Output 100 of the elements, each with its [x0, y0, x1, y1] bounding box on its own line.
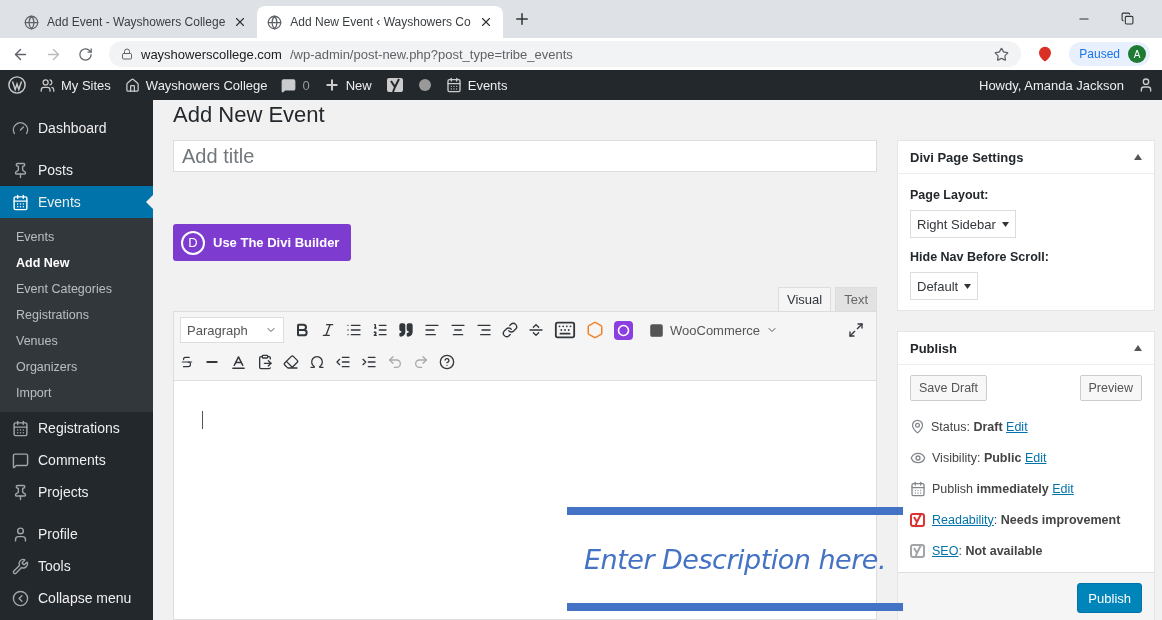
wrench-icon — [12, 557, 29, 575]
url-path: /wp-admin/post-new.php?post_type=tribe_events — [289, 46, 573, 62]
omega-icon[interactable] — [309, 354, 325, 370]
person-icon[interactable] — [1138, 77, 1154, 93]
title-field[interactable]: Add title — [173, 140, 877, 172]
panel-title: Publish — [910, 340, 957, 356]
edit-link[interactable]: Edit — [1024, 450, 1047, 465]
eraser-icon[interactable] — [283, 354, 299, 370]
restore-icon[interactable] — [1121, 12, 1134, 25]
submenu-item[interactable]: Organizers — [0, 354, 153, 380]
sidebar-item[interactable]: Comments — [0, 444, 153, 476]
caret-icon — [1001, 221, 1009, 227]
address-bar[interactable]: wayshowerscollege.com /wp-admin/post-new.php?post_type=tribe_events — [109, 41, 1022, 67]
sidebar-item[interactable]: Registrations — [0, 412, 153, 444]
status-text: Visibility: Public Edit — [932, 450, 1047, 465]
panel-title: Divi Page Settings — [910, 149, 1024, 165]
align-right-icon[interactable] — [476, 322, 492, 338]
status-link[interactable]: Readability — [932, 512, 994, 527]
sidebar-item[interactable]: Tools — [0, 550, 153, 582]
pin-icon — [12, 161, 29, 179]
yoast-icon[interactable] — [385, 77, 404, 93]
format-select[interactable]: Paragraph — [180, 317, 284, 343]
submenu-item[interactable]: Events — [0, 224, 153, 250]
wordpress-logo[interactable] — [8, 76, 26, 94]
star-icon[interactable] — [994, 46, 1010, 62]
profile-button[interactable]: Paused A — [1069, 42, 1150, 66]
submenu-item[interactable]: Venues — [0, 328, 153, 354]
my-sites-menu[interactable]: My Sites — [40, 77, 111, 93]
italic-icon[interactable] — [320, 322, 336, 338]
link-icon[interactable] — [502, 322, 518, 338]
sidebar-item[interactable]: Posts — [0, 154, 153, 186]
fullscreen-icon[interactable] — [848, 322, 864, 338]
woocommerce-menu[interactable]: WooCommerce — [643, 321, 785, 339]
publish-button[interactable]: Publish — [1077, 583, 1142, 613]
sidebar-item[interactable]: Projects — [0, 476, 153, 508]
calendar-icon — [12, 419, 29, 437]
pin-icon — [12, 483, 29, 501]
sidebar-item[interactable]: Dashboard — [0, 112, 153, 144]
avatar: A — [1128, 45, 1146, 63]
sidebar-item[interactable]: Events — [0, 186, 153, 218]
site-name-menu[interactable]: Wayshowers College — [124, 77, 268, 93]
edit-link[interactable]: Edit — [1006, 419, 1028, 434]
calendar-icon — [12, 193, 29, 211]
sidebar-item[interactable]: Profile — [0, 518, 153, 550]
align-left-icon[interactable] — [424, 322, 440, 338]
status-text: SEO: Not available — [932, 543, 1043, 558]
status-dot-icon[interactable] — [417, 78, 432, 92]
map-pin-icon[interactable] — [1037, 46, 1054, 62]
globe-icon — [24, 14, 39, 30]
keyboard-icon[interactable] — [554, 319, 576, 341]
events-menu[interactable]: Events — [445, 77, 508, 93]
sidebar-item[interactable]: Collapse menu — [0, 582, 153, 614]
outdent-icon[interactable] — [335, 354, 351, 370]
quote-icon[interactable] — [398, 322, 414, 338]
edit-link[interactable]: Edit — [1052, 481, 1074, 496]
submenu-item[interactable]: Registrations — [0, 302, 153, 328]
preview-button[interactable]: Preview — [1079, 375, 1142, 401]
gauge-icon — [12, 119, 29, 137]
help-icon[interactable] — [439, 354, 455, 370]
greeting-menu[interactable]: Howdy, Amanda Jackson — [979, 77, 1124, 93]
collapse-arrow-icon[interactable] — [1134, 345, 1142, 351]
strikethrough-icon[interactable] — [180, 355, 194, 369]
new-menu[interactable]: New — [323, 77, 372, 93]
pin-icon — [910, 419, 925, 434]
browser-tab[interactable]: Add New Event ‹ Wayshowers Co — [257, 6, 503, 38]
indent-icon[interactable] — [361, 354, 377, 370]
save-draft-button[interactable]: Save Draft — [910, 375, 988, 401]
dropdown[interactable]: Right Sidebar — [910, 210, 1016, 238]
bullet-list-icon[interactable] — [346, 322, 362, 338]
calendar-icon — [445, 77, 462, 93]
annotation-text: Enter Description here. — [584, 543, 886, 575]
editor-tab[interactable]: Visual — [777, 287, 832, 311]
field-label: Hide Nav Before Scroll: — [910, 250, 1050, 264]
divi-builder-button[interactable]: D Use The Divi Builder — [173, 224, 352, 261]
calendar-icon — [910, 480, 926, 497]
dropdown[interactable]: Default — [910, 272, 979, 300]
bold-icon[interactable] — [294, 322, 310, 338]
lock-icon — [121, 48, 133, 60]
plus-icon — [323, 77, 340, 93]
person-icon — [12, 525, 29, 543]
home-icon — [124, 77, 140, 93]
url-domain: wayshowerscollege.com — [141, 46, 282, 62]
comments-menu[interactable]: 0 — [281, 77, 310, 93]
submenu-item[interactable]: Import — [0, 380, 153, 406]
editor-tab[interactable]: Text — [835, 287, 877, 311]
text-color-icon[interactable] — [230, 353, 247, 371]
numbered-list-icon[interactable] — [372, 322, 388, 338]
status-text: Status: Draft Edit — [931, 419, 1028, 434]
paste-icon[interactable] — [257, 354, 273, 370]
collapse-arrow-icon[interactable] — [1134, 154, 1142, 160]
plugin-icon[interactable] — [614, 320, 633, 340]
submenu-item[interactable]: Add New — [0, 250, 153, 276]
text-cursor — [202, 411, 203, 429]
browser-tab[interactable]: Add Event - Wayshowers College — [14, 6, 258, 38]
align-center-icon[interactable] — [450, 322, 466, 338]
speech-bubble-icon — [12, 451, 29, 469]
status-text: Readability: Needs improvement — [932, 512, 1121, 527]
submenu-item[interactable]: Event Categories — [0, 276, 153, 302]
page-title: Add New Event — [173, 102, 326, 128]
reload-icon[interactable] — [78, 46, 93, 62]
